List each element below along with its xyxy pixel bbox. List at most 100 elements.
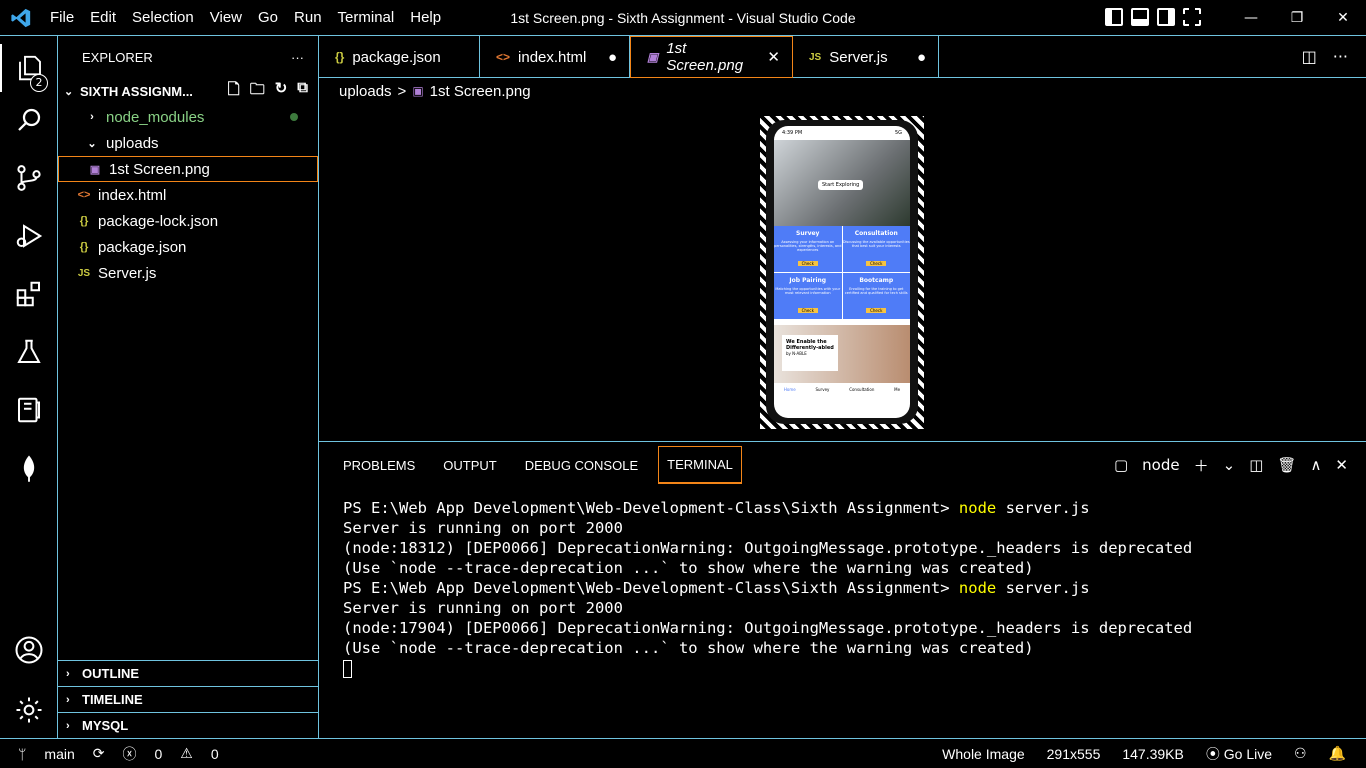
section-timeline[interactable]: › TIMELINE [58,686,318,712]
tree-item-uploads[interactable]: ⌄ uploads [58,130,318,156]
menu-edit[interactable]: Edit [82,9,124,26]
kill-terminal-icon[interactable]: 🗑 [1277,456,1296,474]
tab-debug-console[interactable]: DEBUG CONSOLE [517,446,646,484]
tree-item-server-js[interactable]: JS Server.js [58,260,318,286]
unsaved-dot-icon[interactable]: ● [905,49,926,66]
breadcrumb-folder[interactable]: uploads [339,83,392,100]
collapse-all-icon[interactable]: ⧉ [297,79,308,104]
tab-index-html[interactable]: <> index.html ● [480,36,630,78]
terminal-line: (Use `node --trace-deprecation ...` to s… [343,559,1034,577]
image-file-icon: ▣ [412,84,424,98]
close-window-icon[interactable]: ✕ [1320,0,1366,36]
toggle-panel-icon[interactable] [1131,8,1149,26]
toggle-secondary-sidebar-icon[interactable] [1157,8,1175,26]
terminal-command: node [958,499,997,517]
run-debug-icon[interactable] [0,212,58,260]
accounts-feedback-icon[interactable]: ⚇ [1294,745,1307,762]
error-count[interactable]: 0 [155,746,163,762]
close-panel-icon[interactable]: ✕ [1335,456,1348,474]
search-icon[interactable] [0,96,58,144]
terminal-arg: server.js [996,499,1090,517]
tab-output[interactable]: OUTPUT [435,446,504,484]
image-file-icon: ▣ [647,50,659,64]
customize-layout-icon[interactable] [1183,8,1201,26]
git-branch[interactable]: main [44,746,74,762]
phone-card: Survey Assessing your information on pers… [774,226,842,272]
workspace-folder[interactable]: ⌄ SIXTH ASSIGNM... 🗋 🗀 ↻ ⧉ [58,78,318,104]
menu-selection[interactable]: Selection [124,9,202,26]
new-folder-icon[interactable]: 🗀 [250,79,265,104]
more-actions-icon[interactable]: ··· [291,50,304,65]
section-label: TIMELINE [82,692,143,707]
refresh-icon[interactable]: ↻ [275,79,288,104]
menu-go[interactable]: Go [250,9,286,26]
tree-item-label: 1st Screen.png [109,160,210,178]
maximize-panel-icon[interactable]: ∧ [1310,456,1321,474]
tree-item-label: Server.js [98,264,157,282]
new-file-icon[interactable]: 🗋 [228,79,240,104]
chevron-right-icon: › [66,693,70,706]
tab-label: 1st Screen.png [666,40,744,74]
explorer-icon[interactable]: 2 [0,44,58,92]
section-mysql[interactable]: › MYSQL [58,712,318,738]
terminal-output[interactable]: PS E:\Web App Development\Web-Developmen… [319,488,1366,688]
source-control-icon[interactable] [0,154,58,202]
terminal-name[interactable]: node [1142,456,1179,474]
git-status-dot [290,113,298,121]
tree-item-label: package.json [98,238,187,256]
notifications-bell-icon[interactable]: 🔔 [1329,745,1346,762]
html-file-icon: <> [77,189,91,201]
activity-bar: 2 [0,36,58,738]
warning-count[interactable]: 0 [211,746,219,762]
tab-package-json[interactable]: {} package.json [319,36,480,78]
unsaved-dot-icon[interactable]: ● [596,49,617,66]
sync-icon[interactable]: ⟳ [93,745,105,762]
phone-status-bar: 4:39 PM 5G [774,126,910,140]
phone-signal: 5G [894,130,902,136]
split-editor-icon[interactable]: ◫ [1302,47,1317,66]
image-zoom[interactable]: Whole Image [942,746,1024,762]
split-terminal-icon[interactable]: ◫ [1249,456,1263,474]
phone-bottom-nav: Home Survey Consultation Me [783,387,901,392]
tree-item-index-html[interactable]: <> index.html [58,182,318,208]
tab-terminal[interactable]: TERMINAL [658,446,742,484]
minimize-icon[interactable]: — [1228,0,1274,36]
explorer-title: EXPLORER [82,49,153,65]
chevron-down-icon[interactable]: ⌄ [1223,456,1236,474]
remote-explorer-icon[interactable] [0,386,58,434]
phone-frame: 4:39 PM 5G Start Exploring Survey Assessi… [766,120,918,424]
go-live-button[interactable]: ⦿ Go Live [1206,744,1272,764]
accounts-icon[interactable] [0,626,58,674]
html-file-icon: <> [496,50,511,64]
phone-card: Job Pairing Matching the opportunities wi… [774,273,842,319]
breadcrumb-file[interactable]: 1st Screen.png [430,83,531,100]
section-outline[interactable]: › OUTLINE [58,660,318,686]
manage-gear-icon[interactable] [0,686,58,734]
terminal-line: (node:18312) [DEP0066] DeprecationWarnin… [343,539,1193,557]
tree-item-1st-screen[interactable]: ▣ 1st Screen.png [58,156,318,182]
menu-file[interactable]: File [42,9,82,26]
panel-actions: ▢ node ＋ ⌄ ◫ 🗑 ∧ ✕ [1114,455,1366,476]
phone-screen: 4:39 PM 5G Start Exploring Survey Assessi… [774,126,910,418]
tab-1st-screen[interactable]: ▣ 1st Screen.png ✕ [630,36,793,78]
toggle-sidebar-icon[interactable] [1105,8,1123,26]
menu-run[interactable]: Run [286,9,330,26]
menu-terminal[interactable]: Terminal [330,9,403,26]
tree-item-label: uploads [106,134,159,152]
mongodb-leaf-icon[interactable] [0,444,58,492]
menu-help[interactable]: Help [402,9,449,26]
tree-item-package-json[interactable]: {} package.json [58,234,318,260]
tree-item-package-lock[interactable]: {} package-lock.json [58,208,318,234]
tree-item-node-modules[interactable]: › node_modules [58,104,318,130]
layout-controls [1105,8,1201,26]
tab-server-js[interactable]: JS Server.js ● [793,36,939,78]
close-tab-icon[interactable]: ✕ [755,48,780,66]
warning-icon: ⚠ [180,745,193,761]
new-terminal-icon[interactable]: ＋ [1194,455,1209,476]
menu-view[interactable]: View [202,9,250,26]
tab-problems[interactable]: PROBLEMS [335,446,423,484]
restore-icon[interactable]: ❐ [1274,0,1320,36]
extensions-icon[interactable] [0,270,58,318]
more-actions-icon[interactable]: ··· [1333,47,1348,66]
testing-icon[interactable] [0,328,58,376]
